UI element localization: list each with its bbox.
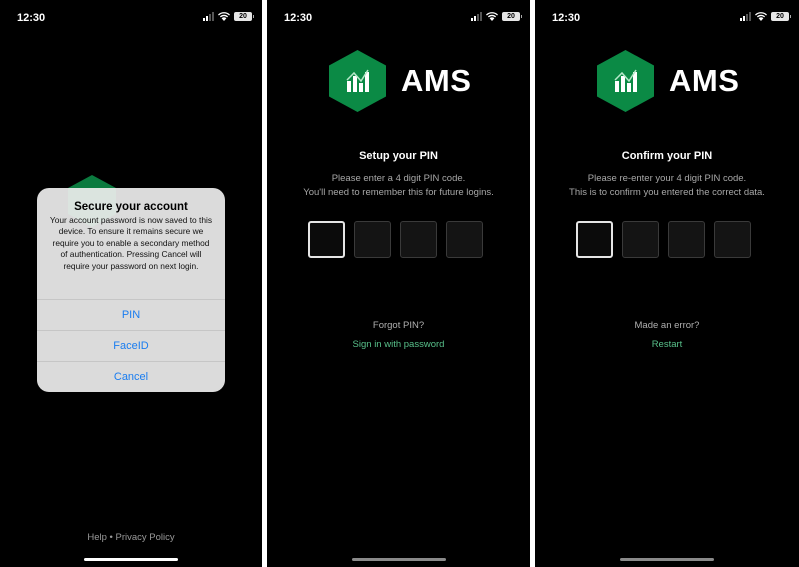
ams-logo: AMS bbox=[597, 50, 739, 112]
pin-digit-4[interactable] bbox=[714, 221, 751, 258]
instruction-line-1: Please enter a 4 digit PIN code. bbox=[331, 173, 466, 184]
footer-separator: • bbox=[109, 532, 113, 543]
status-icons: 20 bbox=[203, 12, 254, 21]
home-indicator[interactable] bbox=[620, 558, 714, 561]
status-bar: 12:30 20 bbox=[0, 0, 262, 36]
status-icons: 20 bbox=[471, 12, 522, 21]
pin-input bbox=[308, 221, 483, 258]
battery-level: 20 bbox=[507, 13, 515, 20]
battery-level: 20 bbox=[776, 13, 784, 20]
signal-icon bbox=[203, 12, 214, 21]
pin-digit-3[interactable] bbox=[668, 221, 705, 258]
signal-icon bbox=[471, 12, 482, 21]
instruction-line-1: Please re-enter your 4 digit PIN code. bbox=[587, 173, 747, 184]
screen-secure-account: 12:30 20 Secure your account Your accoun… bbox=[0, 0, 262, 567]
wifi-icon bbox=[755, 12, 767, 21]
battery-level: 20 bbox=[239, 13, 247, 20]
battery-icon: 20 bbox=[234, 12, 254, 21]
home-indicator[interactable] bbox=[84, 558, 178, 561]
restart-link[interactable]: Restart bbox=[535, 339, 799, 350]
page-title: Setup your PIN bbox=[359, 150, 438, 162]
ams-logo: AMS bbox=[329, 50, 471, 112]
home-indicator[interactable] bbox=[351, 558, 446, 561]
status-icons: 20 bbox=[740, 12, 791, 21]
screen-setup-pin: 12:30 20 AMS Setup your PIN Please enter… bbox=[267, 0, 530, 567]
pin-input bbox=[576, 221, 751, 258]
footer-links: Help • Privacy Policy bbox=[0, 532, 262, 543]
alert-message: Your account password is now saved to th… bbox=[49, 215, 213, 271]
pin-digit-1[interactable] bbox=[576, 221, 613, 258]
logo-text: AMS bbox=[669, 63, 740, 98]
status-bar: 12:30 20 bbox=[535, 0, 799, 36]
pin-digit-4[interactable] bbox=[446, 221, 483, 258]
status-bar: 12:30 20 bbox=[267, 0, 530, 36]
help-link[interactable]: Help bbox=[87, 532, 107, 543]
bar-chart-icon bbox=[597, 50, 654, 112]
alert-title: Secure your account bbox=[74, 201, 188, 213]
wifi-icon bbox=[486, 12, 498, 21]
forgot-pin-label: Forgot PIN? bbox=[372, 320, 425, 331]
pin-digit-2[interactable] bbox=[354, 221, 391, 258]
status-time: 12:30 bbox=[284, 12, 313, 24]
battery-icon: 20 bbox=[771, 12, 791, 21]
logo-text: AMS bbox=[401, 63, 472, 98]
pin-digit-3[interactable] bbox=[400, 221, 437, 258]
instructions: Please re-enter your 4 digit PIN code. T… bbox=[535, 172, 799, 200]
pin-digit-2[interactable] bbox=[622, 221, 659, 258]
bar-chart-icon bbox=[329, 50, 386, 112]
screen-confirm-pin: 12:30 20 AMS Confirm your PIN Please re-… bbox=[535, 0, 799, 567]
signal-icon bbox=[740, 12, 751, 21]
battery-icon: 20 bbox=[502, 12, 522, 21]
instruction-line-2: You'll need to remember this for future … bbox=[303, 187, 494, 198]
secure-account-alert: Secure your account Your account passwor… bbox=[37, 188, 225, 392]
sign-in-with-password-link[interactable]: Sign in with password bbox=[267, 339, 530, 350]
wifi-icon bbox=[218, 12, 230, 21]
made-an-error-label: Made an error? bbox=[634, 320, 700, 331]
instructions: Please enter a 4 digit PIN code. You'll … bbox=[267, 172, 530, 200]
instruction-line-2: This is to confirm you entered the corre… bbox=[569, 187, 765, 198]
pin-digit-1[interactable] bbox=[308, 221, 345, 258]
privacy-policy-link[interactable]: Privacy Policy bbox=[116, 532, 175, 543]
status-time: 12:30 bbox=[552, 12, 581, 24]
page-title: Confirm your PIN bbox=[621, 150, 713, 162]
status-time: 12:30 bbox=[17, 12, 46, 24]
